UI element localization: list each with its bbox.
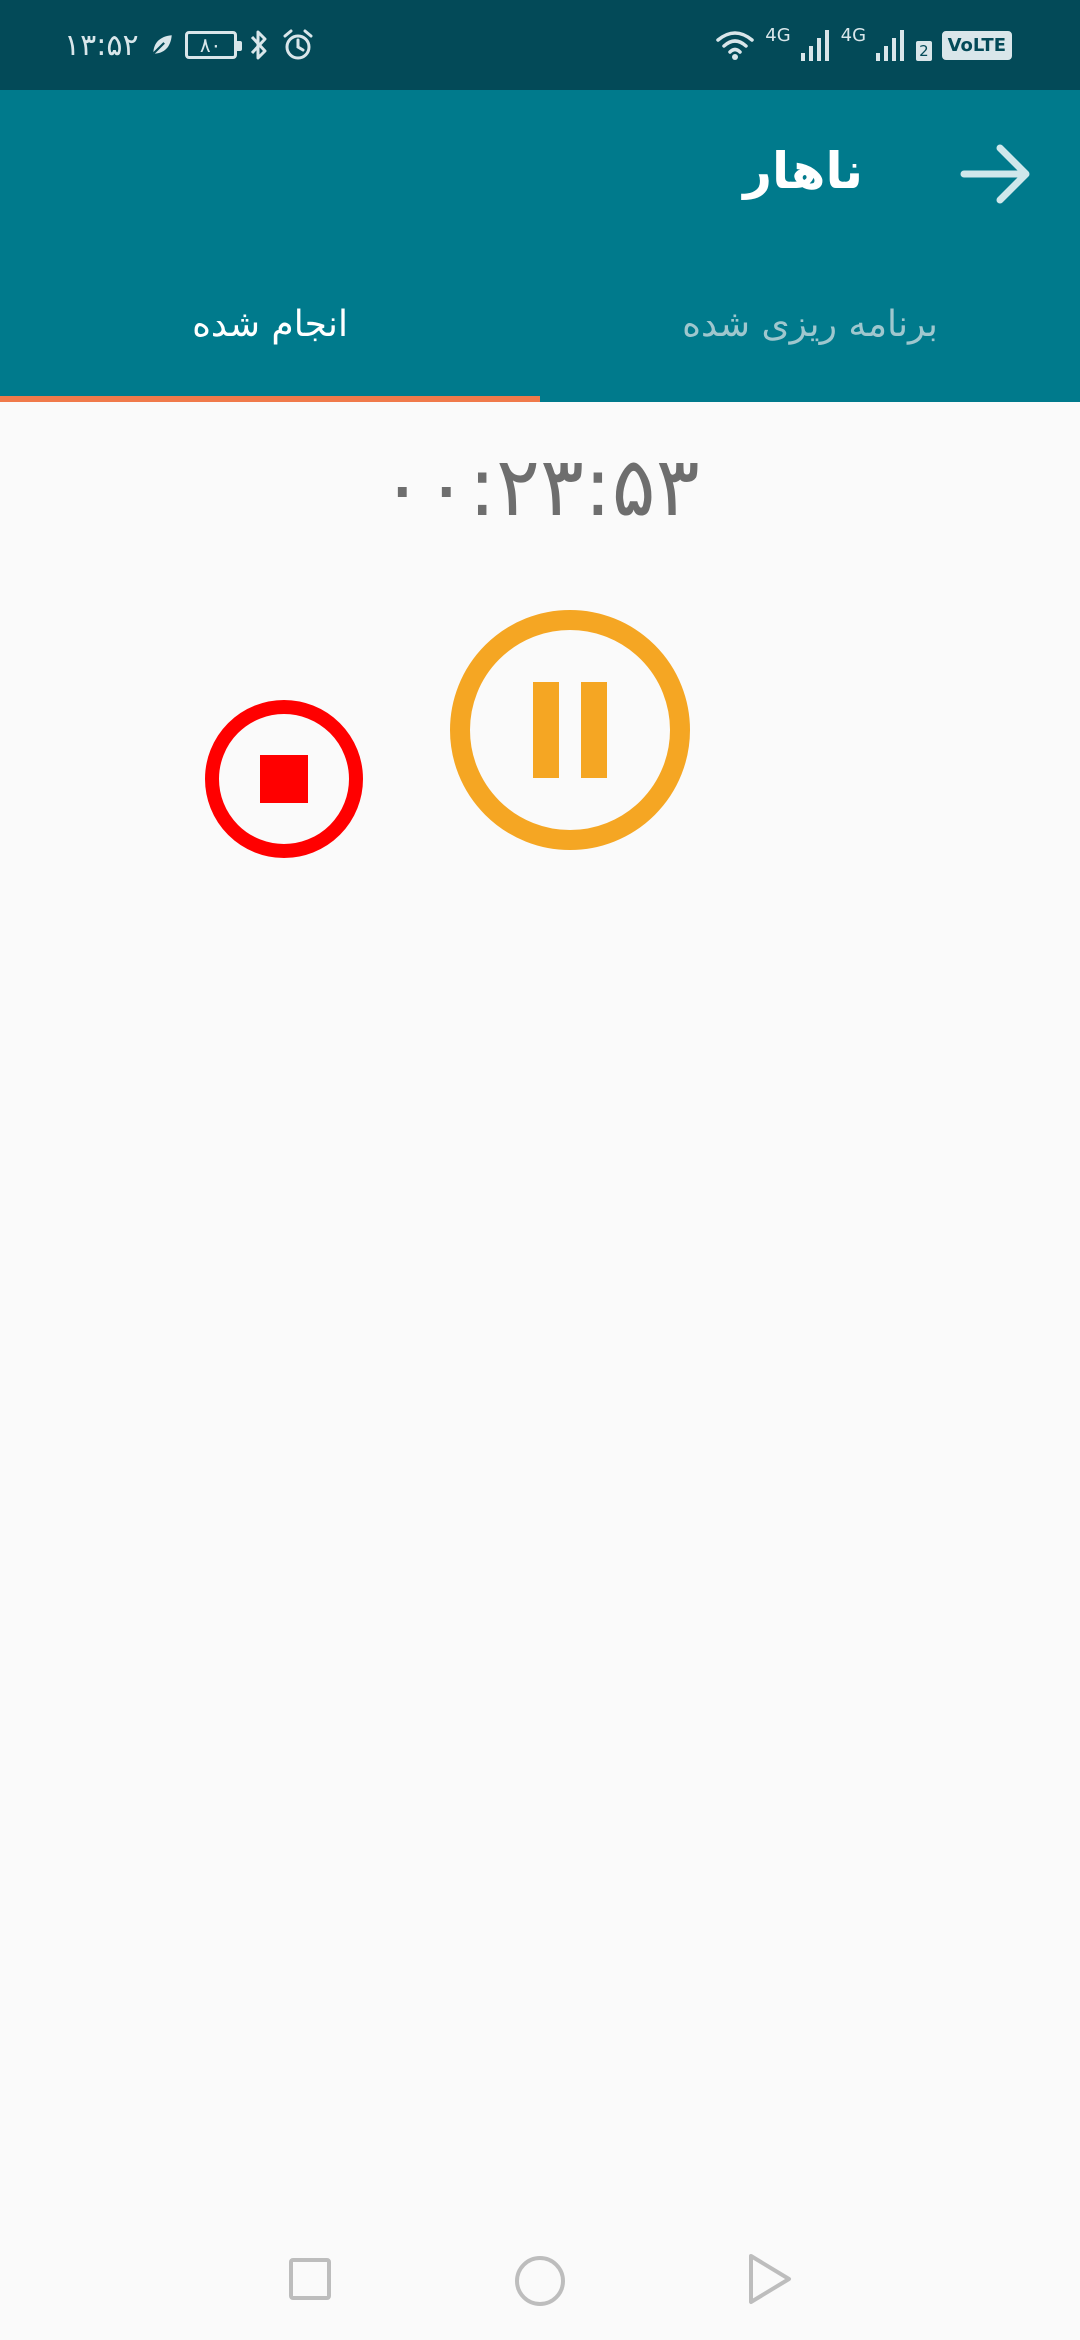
circle-icon[interactable] [513,2254,567,2308]
alarm-icon [283,29,313,60]
status-bar: ۱۳:۵۲ ۸۰ 4G 4G 2 VoLTE [0,0,1080,90]
page-title: ناهار [743,142,863,200]
volte-badge: VoLTE [941,30,1012,60]
signal-strength-icon [800,30,829,61]
battery-level: ۸۰ [199,33,222,57]
timer-display: ۰۰:۲۳:۵۳ [380,440,700,535]
status-time: ۱۳:۵۲ [64,27,139,63]
sim-number: 2 [916,41,932,61]
network-type-2: 4G [840,24,867,46]
tab-planned-label: برنامه ریزی شده [682,304,938,345]
triangle-icon[interactable] [745,2252,795,2306]
status-left-group: ۱۳:۵۲ ۸۰ [64,22,315,68]
app-bar: ناهار برنامه ریزی شده انجام شده [0,90,1080,402]
tab-planned[interactable]: برنامه ریزی شده [540,288,1080,402]
bluetooth-icon [250,30,267,60]
navigation-bar [0,2218,1080,2340]
wifi-icon [716,31,754,60]
battery-indicator: ۸۰ [184,31,242,59]
stop-circle-icon[interactable] [203,698,365,860]
tab-indicator [0,396,540,402]
square-icon[interactable] [288,2257,332,2301]
network-type-1: 4G [765,24,791,46]
status-right-group: 4G 4G 2 VoLTE [715,22,1012,68]
leaf-icon [152,35,172,55]
tab-done[interactable]: انجام شده [0,288,540,402]
pause-circle-icon[interactable] [450,610,690,850]
arrow-right-icon[interactable] [958,136,1034,212]
tab-done-label: انجام شده [192,304,348,345]
signal-strength-icon-2 [876,30,905,61]
tab-bar: برنامه ریزی شده انجام شده [0,288,1080,402]
